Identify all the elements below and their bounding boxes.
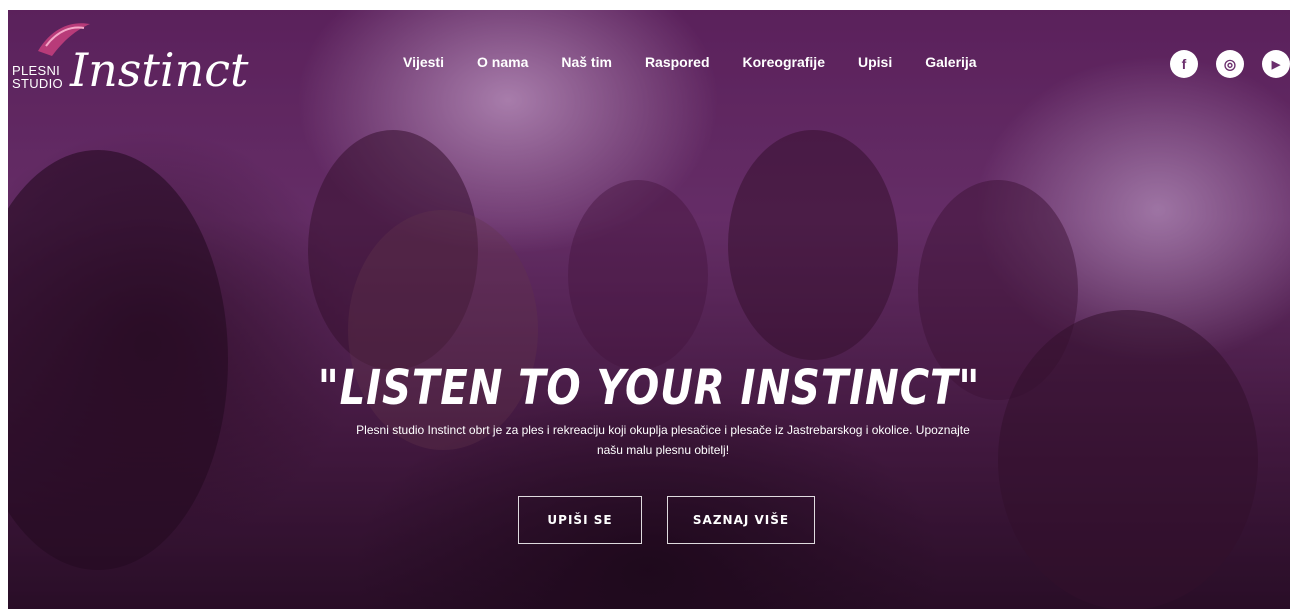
hero-headline: "LISTEN TO YOUR INSTINCT" <box>317 360 981 416</box>
brand-script-name: Instinct <box>70 43 249 97</box>
nav-item-koreografije[interactable]: Koreografije <box>743 54 825 70</box>
social-links: f ◎ ▶ <box>1152 50 1290 78</box>
nav-item-galerija[interactable]: Galerija <box>925 54 976 70</box>
hero-section: PLESNI STUDIO Instinct Vijesti O nama Na… <box>8 10 1290 609</box>
nav-item-nas-tim[interactable]: Naš tim <box>561 54 612 70</box>
brand-line-2: STUDIO <box>12 76 63 91</box>
nav-item-vijesti[interactable]: Vijesti <box>403 54 444 70</box>
enroll-button[interactable]: UPIŠI SE <box>518 496 642 544</box>
nav-item-o-nama[interactable]: O nama <box>477 54 528 70</box>
hero-description: Plesni studio Instinct obrt je za ples i… <box>356 423 970 457</box>
brand-small-text: PLESNI STUDIO <box>12 64 63 90</box>
main-nav: Vijesti O nama Naš tim Raspored Koreogra… <box>403 54 1010 70</box>
facebook-icon[interactable]: f <box>1170 50 1198 78</box>
brand-logo[interactable]: PLESNI STUDIO Instinct <box>8 10 248 120</box>
learn-more-button[interactable]: SAZNAJ VIŠE <box>667 496 815 544</box>
nav-item-raspored[interactable]: Raspored <box>645 54 710 70</box>
instagram-icon[interactable]: ◎ <box>1216 50 1244 78</box>
nav-item-upisi[interactable]: Upisi <box>858 54 892 70</box>
youtube-icon[interactable]: ▶ <box>1262 50 1290 78</box>
